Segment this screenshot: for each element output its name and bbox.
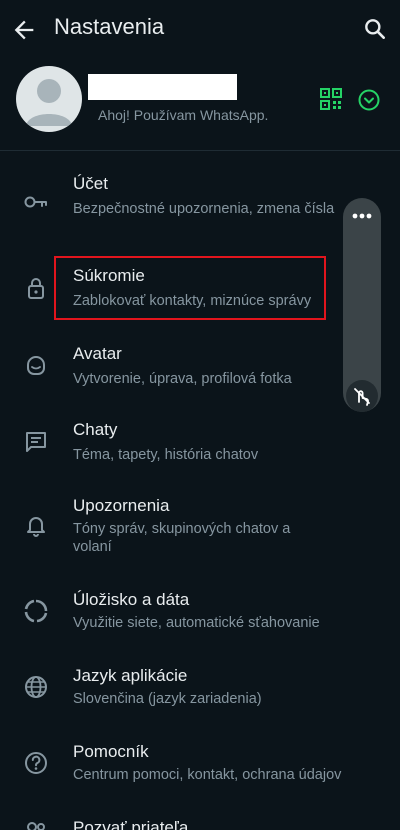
search-icon[interactable] <box>362 16 388 42</box>
settings-item-title: Upozornenia <box>73 496 170 515</box>
settings-item-title: Účet <box>73 174 108 193</box>
settings-item-title: Chaty <box>73 420 118 439</box>
settings-item-help[interactable]: Pomocník Centrum pomoci, kontakt, ochran… <box>0 738 400 794</box>
qr-code-icon[interactable] <box>320 88 342 110</box>
storage-circle-icon <box>24 599 48 623</box>
default-avatar-icon <box>26 79 72 126</box>
settings-item-invite[interactable]: Pozvať priateľa <box>0 814 400 830</box>
chevron-down-circle-icon[interactable] <box>357 88 381 112</box>
bell-icon <box>27 517 45 537</box>
settings-item-subtitle: Vytvorenie, úprava, profilová fotka <box>73 371 292 387</box>
settings-item-subtitle: Využitie siete, automatické sťahovanie <box>73 615 320 631</box>
avatar[interactable] <box>16 66 82 132</box>
key-icon <box>24 196 47 208</box>
settings-item-subtitle: Slovenčina (jazyk zariadenia) <box>73 691 262 707</box>
arrow-left-icon[interactable] <box>10 16 38 44</box>
settings-item-title: Úložisko a dáta <box>73 590 190 609</box>
touch-off-button[interactable] <box>346 380 378 412</box>
page-title: Nastavenia <box>54 14 165 39</box>
more-dots-icon[interactable] <box>350 208 374 224</box>
profile-status: Ahoj! Používam WhatsApp. <box>98 107 269 123</box>
lock-icon <box>28 278 44 299</box>
settings-item-title: Pomocník <box>73 742 149 761</box>
divider <box>0 150 400 151</box>
settings-item-subtitle: Centrum pomoci, kontakt, ochrana údajov <box>73 767 342 783</box>
touch-off-icon <box>354 388 370 406</box>
settings-item-account[interactable]: Účet Bezpečnostné upozornenia, zmena čís… <box>0 170 400 240</box>
settings-item-title: Jazyk aplikácie <box>73 666 188 685</box>
settings-item-chats[interactable]: Chaty Téma, tapety, história chatov <box>0 416 400 472</box>
chat-icon <box>26 432 46 452</box>
globe-icon <box>25 676 47 698</box>
help-icon <box>25 752 47 774</box>
settings-item-subtitle: Tóny správ, skupinových chatov a volaní <box>73 521 291 555</box>
settings-item-title: Pozvať priateľa <box>73 818 189 830</box>
profile-row[interactable]: Ahoj! Používam WhatsApp. <box>0 62 400 140</box>
settings-item-language[interactable]: Jazyk aplikácie Slovenčina (jazyk zariad… <box>0 662 400 718</box>
avatar-face-icon <box>27 356 45 375</box>
settings-item-storage[interactable]: Úložisko a dáta Využitie siete, automati… <box>0 586 400 642</box>
profile-name-redacted <box>88 74 237 100</box>
highlight-box <box>54 256 326 320</box>
app-bar: Nastavenia <box>0 0 400 60</box>
settings-item-notifications[interactable]: Upozornenia Tóny správ, skupinových chat… <box>0 492 400 568</box>
settings-item-subtitle: Téma, tapety, história chatov <box>73 447 259 463</box>
settings-item-subtitle: Bezpečnostné upozornenia, zmena čísla <box>73 201 335 217</box>
invite-people-icon <box>27 822 45 830</box>
settings-item-title: Avatar <box>73 344 122 363</box>
settings-item-avatar[interactable]: Avatar Vytvorenie, úprava, profilová fot… <box>0 340 400 396</box>
